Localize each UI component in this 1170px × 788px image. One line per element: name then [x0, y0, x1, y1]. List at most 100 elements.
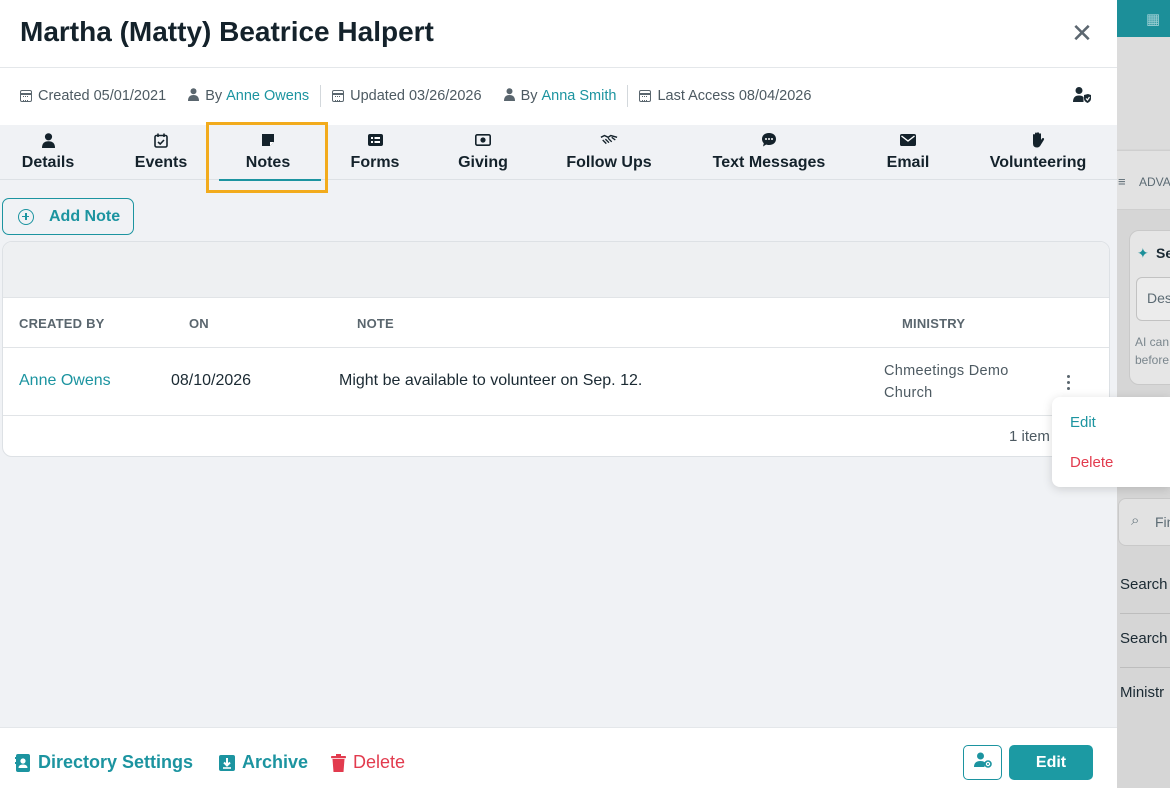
- tab-volunteering[interactable]: Volunteering: [982, 125, 1094, 179]
- ai-search-card: ✦ Se Des AI can before: [1129, 230, 1170, 385]
- ai-note: AI can before: [1135, 335, 1170, 367]
- calendar-icon: [332, 90, 345, 102]
- calendar-icon: [20, 90, 32, 102]
- delete-label: Delete: [353, 752, 406, 772]
- column-header-ministry[interactable]: MINISTRY: [902, 316, 965, 331]
- sparkle-icon: ✦: [1137, 245, 1149, 261]
- background-list-item[interactable]: Search: [1120, 560, 1170, 614]
- archive-button[interactable]: Archive: [219, 752, 308, 773]
- person-profile-modal: Martha (Matty) Beatrice Halpert ✕ Create…: [0, 0, 1117, 788]
- tab-label: Volunteering: [989, 154, 1087, 171]
- ai-search-placeholder: Des: [1147, 290, 1170, 306]
- qr-code-icon[interactable]: ▦: [1146, 10, 1160, 28]
- table-header: CREATED BY ON NOTE MINISTRY: [3, 298, 1109, 348]
- notes-tab-highlight: [206, 122, 328, 193]
- tab-details[interactable]: Details: [12, 125, 84, 179]
- background-lower-area: [1117, 720, 1170, 788]
- search-icon: ⌕: [1131, 512, 1140, 529]
- find-input[interactable]: ⌕ Fin: [1118, 498, 1170, 546]
- tab-forms[interactable]: Forms: [340, 125, 410, 179]
- archive-icon: [219, 754, 235, 771]
- notes-table: CREATED BY ON NOTE MINISTRY Anne Owens 0…: [2, 241, 1110, 457]
- add-note-label: Add Note: [49, 207, 121, 225]
- tab-events[interactable]: Events: [125, 125, 197, 179]
- background-section: [1117, 37, 1170, 149]
- directory-settings-button[interactable]: Directory Settings: [15, 752, 193, 773]
- tab-label: Details: [21, 154, 75, 171]
- more-options-icon[interactable]: [1061, 372, 1075, 392]
- background-list-item[interactable]: Search: [1120, 614, 1170, 668]
- person-icon: [503, 87, 515, 105]
- last-access-date: Last Access 08/04/2026: [657, 88, 812, 104]
- note-date: 08/10/2026: [171, 372, 252, 389]
- background-list-item[interactable]: Ministr: [1120, 668, 1170, 722]
- column-header-note[interactable]: NOTE: [357, 316, 394, 331]
- person-name-title: Martha (Matty) Beatrice Halpert: [20, 16, 434, 47]
- background-topbar: ▦: [1117, 0, 1170, 37]
- tab-label: Events: [134, 154, 188, 171]
- calendar-check-icon: [152, 132, 170, 148]
- delete-note-menu-item[interactable]: Delete: [1070, 454, 1113, 471]
- note-text: Might be available to volunteer on Sep. …: [339, 372, 643, 389]
- updated-by-link[interactable]: Anna Smith: [541, 88, 616, 104]
- column-header-on[interactable]: ON: [189, 316, 209, 331]
- advanced-filter-bar[interactable]: ≡ ADVA: [1117, 150, 1170, 210]
- created-by-prefix: By: [205, 88, 223, 104]
- table-toolbar: [3, 242, 1109, 298]
- person-icon: [39, 132, 57, 148]
- chat-bubble-icon: [760, 132, 778, 148]
- created-date: Created 05/01/2021: [38, 88, 167, 104]
- meta-divider: [627, 85, 629, 107]
- find-placeholder: Fin: [1155, 514, 1170, 530]
- advanced-label: ADVA: [1139, 175, 1170, 189]
- tab-label: Forms: [350, 154, 400, 171]
- tab-label: Giving: [458, 154, 508, 171]
- updated-by-info: By Anna Smith: [503, 87, 616, 105]
- person-icon: [188, 87, 200, 105]
- modal-header: Martha (Matty) Beatrice Halpert ✕ Create…: [0, 0, 1117, 125]
- user-settings-button[interactable]: [963, 745, 1002, 780]
- user-gear-icon: [973, 752, 992, 773]
- calendar-icon: [639, 90, 652, 102]
- tab-text-messages[interactable]: Text Messages: [702, 125, 836, 179]
- updated-info: Updated 03/26/2026: [332, 88, 482, 104]
- table-row[interactable]: Anne Owens 08/10/2026 Might be available…: [3, 348, 1109, 416]
- ai-search-title: Se: [1156, 245, 1170, 261]
- updated-by-prefix: By: [520, 88, 538, 104]
- created-by-link[interactable]: Anne Owens: [19, 372, 111, 390]
- tab-follow-ups[interactable]: Follow Ups: [560, 125, 658, 179]
- tab-email[interactable]: Email: [876, 125, 940, 179]
- profile-tabs: Details Events Notes Forms Giving Follow…: [0, 125, 1117, 181]
- directory-settings-label: Directory Settings: [38, 752, 194, 772]
- last-access-info: Last Access 08/04/2026: [639, 88, 811, 104]
- record-metadata: Created 05/01/2021 By Anne Owens Updated…: [20, 85, 811, 107]
- filter-icon: ≡: [1118, 174, 1126, 189]
- tab-giving[interactable]: Giving: [448, 125, 518, 179]
- tab-label: Text Messages: [712, 154, 826, 171]
- created-by-link[interactable]: Anne Owens: [226, 88, 309, 104]
- created-info: Created 05/01/2021: [20, 88, 166, 104]
- user-privacy-icon[interactable]: [1073, 86, 1091, 106]
- form-card-icon: [366, 132, 384, 148]
- meta-divider: [320, 85, 322, 107]
- column-header-created-by[interactable]: CREATED BY: [19, 316, 105, 331]
- ai-search-input[interactable]: Des: [1136, 277, 1170, 321]
- background-app: ▦ ≡ ADVA ✦ Se Des AI canbefore ⌕ Fin Sea…: [1117, 0, 1170, 788]
- note-ministry: Chmeetings Demo Church: [884, 363, 1009, 401]
- item-count: 1 item: [1009, 428, 1050, 445]
- handshake-icon: [600, 132, 618, 148]
- modal-footer: Directory Settings Archive Delete Edit: [0, 727, 1117, 788]
- delete-person-button[interactable]: Delete: [331, 752, 405, 773]
- address-book-icon: [15, 753, 31, 772]
- close-icon[interactable]: ✕: [1068, 18, 1096, 48]
- edit-person-button[interactable]: Edit: [1009, 745, 1093, 780]
- envelope-icon: [899, 132, 917, 148]
- add-note-button[interactable]: Add Note: [2, 198, 134, 235]
- money-icon: [474, 132, 492, 148]
- tab-label: Follow Ups: [566, 154, 652, 171]
- edit-note-menu-item[interactable]: Edit: [1070, 414, 1096, 431]
- tab-label: Email: [886, 154, 930, 171]
- plus-circle-icon: [18, 208, 34, 225]
- raised-hand-icon: [1029, 132, 1047, 148]
- trash-icon: [331, 753, 346, 772]
